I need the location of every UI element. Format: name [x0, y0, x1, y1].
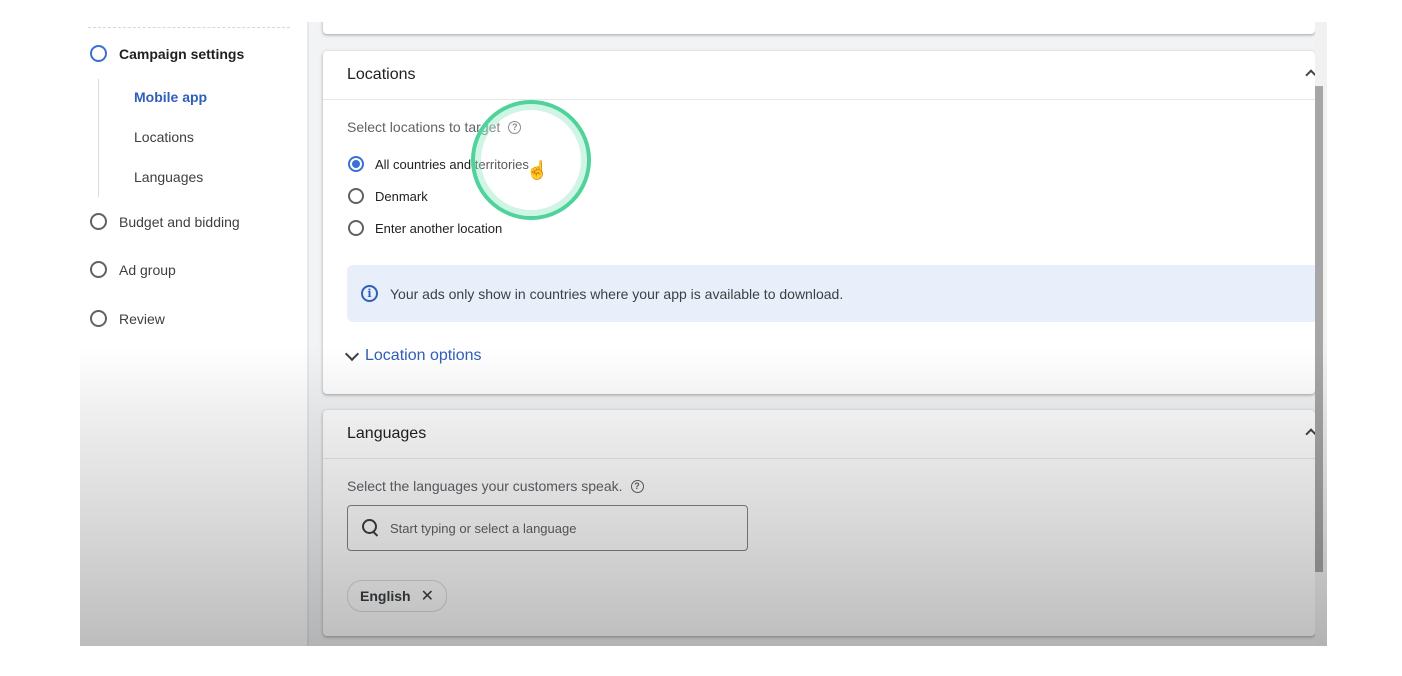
language-search-placeholder: Start typing or select a language	[390, 520, 577, 536]
locations-title: Locations	[347, 66, 416, 83]
step-campaign-settings[interactable]: Campaign settings	[90, 45, 244, 62]
step-review[interactable]: Review	[90, 310, 165, 327]
chip-label: English	[360, 588, 411, 604]
locations-card: Locations Select locations to target ? A…	[323, 51, 1317, 394]
main-content: Locations Select locations to target ? A…	[309, 22, 1327, 646]
info-icon: i	[361, 285, 378, 302]
radio-button[interactable]	[348, 220, 364, 236]
help-icon[interactable]: ?	[630, 479, 644, 493]
search-icon	[362, 519, 380, 537]
step-status-icon	[90, 213, 107, 230]
step-ad-group[interactable]: Ad group	[90, 261, 176, 278]
step-status-icon	[90, 310, 107, 327]
radio-button-selected[interactable]	[348, 156, 364, 172]
location-option-enter-another[interactable]: Enter another location	[348, 220, 502, 236]
step-budget-and-bidding[interactable]: Budget and bidding	[90, 213, 240, 230]
info-banner: i Your ads only show in countries where …	[347, 265, 1315, 322]
substep-mobile-app[interactable]: Mobile app	[134, 89, 207, 105]
locations-card-header[interactable]: Locations	[323, 51, 1317, 100]
chevron-down-icon	[344, 346, 360, 361]
close-icon[interactable]: ✕	[421, 586, 434, 606]
location-options-label: Location options	[365, 347, 482, 364]
location-options-toggle[interactable]: Location options	[344, 346, 482, 365]
languages-prompt: Select the languages your customers spea…	[347, 478, 644, 494]
substep-locations[interactable]: Locations	[134, 129, 194, 145]
option-label: Denmark	[375, 188, 428, 204]
scrollbar-track[interactable]	[1315, 22, 1327, 646]
option-label: Enter another location	[375, 220, 503, 236]
hand-pointer-icon: ☝	[526, 160, 549, 180]
app-screen: Campaign settings Mobile app Locations L…	[80, 22, 1327, 646]
languages-card-header[interactable]: Languages	[323, 410, 1317, 459]
radio-button[interactable]	[348, 188, 364, 204]
location-option-denmark[interactable]: Denmark	[348, 188, 428, 204]
step-label: Budget and bidding	[119, 213, 240, 230]
previous-section-card	[323, 22, 1315, 34]
step-status-icon	[90, 261, 107, 278]
substep-connector-line	[98, 79, 99, 197]
step-status-icon	[90, 45, 107, 62]
campaign-steps-sidebar: Campaign settings Mobile app Locations L…	[80, 22, 307, 646]
step-label: Review	[119, 310, 165, 327]
step-label: Ad group	[119, 261, 176, 278]
step-label: Campaign settings	[119, 45, 245, 62]
substep-languages[interactable]: Languages	[134, 169, 203, 185]
scrollbar-thumb[interactable]	[1315, 86, 1323, 572]
sidebar-divider-dashed	[88, 27, 290, 28]
languages-title: Languages	[347, 425, 427, 442]
info-message: Your ads only show in countries where yo…	[390, 285, 844, 302]
languages-prompt-text: Select the languages your customers spea…	[347, 478, 623, 494]
language-chip-english[interactable]: English ✕	[347, 580, 447, 612]
language-search-input[interactable]: Start typing or select a language	[347, 505, 748, 551]
languages-card: Languages Select the languages your cust…	[323, 410, 1317, 636]
